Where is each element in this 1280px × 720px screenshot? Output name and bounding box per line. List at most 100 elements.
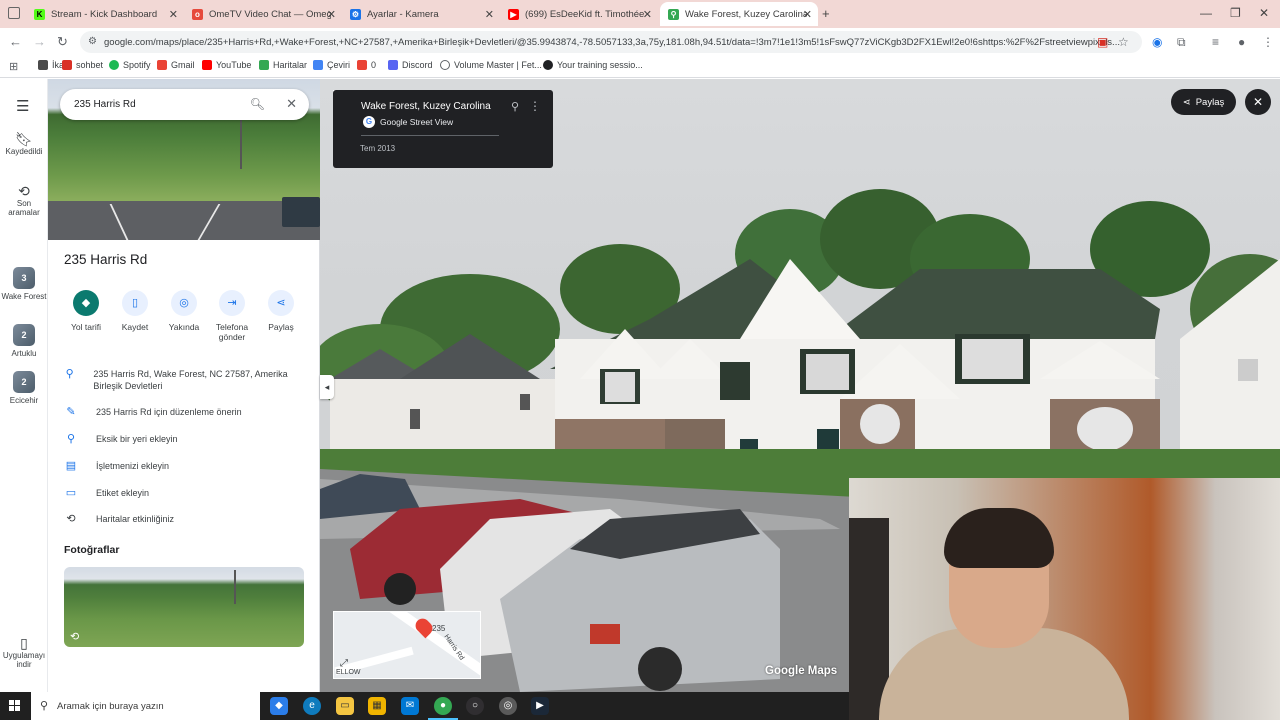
recent-thumbnail: 2 (13, 324, 35, 346)
reload-icon[interactable]: ↻ (57, 34, 68, 50)
close-icon[interactable]: ✕ (485, 8, 494, 21)
taskbar-search-input[interactable]: ⚲ Aramak için buraya yazın (31, 692, 260, 720)
game-icon[interactable]: ◎ (499, 697, 517, 715)
bookmark-item[interactable]: Volume Master | Fet... (440, 60, 542, 70)
extensions-icon[interactable]: ⧉ (1177, 35, 1186, 50)
blocked-icon[interactable]: ▣ (1097, 35, 1108, 49)
save-button[interactable]: ▯ Kaydet (112, 290, 158, 332)
add-business-row[interactable]: ▤ İşletmenizi ekleyin (64, 460, 309, 472)
copilot-icon[interactable]: ◆ (270, 697, 288, 715)
search-value: 235 Harris Rd (74, 99, 136, 110)
tab-settings-camera[interactable]: ⚙ Ayarlar - Kamera ✕ (342, 2, 500, 26)
bookmark-star-icon[interactable]: ☆ (1118, 35, 1129, 49)
file-explorer-icon[interactable]: ▭ (336, 697, 354, 715)
webcam-overlay (849, 478, 1280, 720)
bookmark-item[interactable]: 0 (357, 60, 376, 70)
close-street-view-button[interactable]: ✕ (1245, 89, 1271, 115)
expand-map-icon[interactable]: ⤢ (340, 658, 348, 669)
maps-pin-icon (259, 60, 269, 70)
get-app-button[interactable]: ▯ Uygulamayı indir (0, 636, 48, 669)
more-options-icon[interactable]: ⋮ (529, 99, 541, 113)
location-pin-icon[interactable]: ⚲ (511, 100, 519, 113)
discord-icon (388, 60, 398, 70)
settings-icon: ⚙ (350, 8, 361, 20)
maps-activity-row[interactable]: ⟲ Haritalar etkinliğiniz (64, 513, 309, 525)
tab-kick[interactable]: K Stream - Kick Dashboard ✕ (26, 2, 184, 26)
recent-item[interactable]: 2 Ecicehir (0, 371, 48, 405)
capture-date[interactable]: Tem 2013 (360, 144, 395, 153)
address-row[interactable]: ⚲ 235 Harris Rd, Wake Forest, NC 27587, … (64, 368, 309, 392)
bookmark-label: Volume Master | Fet... (454, 60, 542, 70)
hamburger-menu-icon[interactable]: ☰ (16, 97, 29, 115)
bookmark-item[interactable]: Your training sessio... (543, 60, 643, 70)
obs-icon[interactable]: ○ (466, 697, 484, 715)
bookmark-item[interactable]: sohbet (62, 60, 103, 70)
tab-bar: K Stream - Kick Dashboard ✕ o OmeTV Vide… (0, 0, 1280, 28)
media-icon[interactable]: ≡ (1212, 35, 1219, 49)
bookmark-item[interactable]: Gmail (157, 60, 195, 70)
webcam-person-hair (944, 508, 1054, 568)
apps-grid-icon[interactable]: ⊞ (9, 60, 18, 73)
clear-search-icon[interactable]: ✕ (286, 96, 297, 112)
place-title: 235 Harris Rd (64, 252, 148, 267)
bookmark-item[interactable]: YouTube (202, 60, 251, 70)
bookmark-item[interactable]: Discord (388, 60, 433, 70)
site-info-icon[interactable]: ⚙ (88, 36, 97, 47)
photo-thumbnail[interactable]: ⟲ (64, 567, 304, 647)
street-view-title: Wake Forest, Kuzey Carolina (361, 101, 491, 112)
menu-dots-icon[interactable]: ⋮ (1262, 35, 1274, 49)
recent-item[interactable]: 3 Wake Forest (0, 267, 48, 301)
recent-item-label: Wake Forest (1, 292, 47, 301)
street-view-source: Google Street View (380, 117, 454, 127)
suggest-edit-row[interactable]: ✎ 235 Harris Rd için düzenleme önerin (64, 406, 309, 418)
mail-icon[interactable]: ✉ (401, 697, 419, 715)
close-icon[interactable]: ✕ (327, 8, 336, 21)
tab-label: OmeTV Video Chat — Omegle A (209, 8, 331, 20)
sohbet-icon (62, 60, 72, 70)
recent-item[interactable]: 2 Artuklu (0, 324, 48, 358)
back-icon[interactable]: ← (9, 34, 22, 49)
add-missing-place-row[interactable]: ⚲ Eksik bir yeri ekleyin (64, 433, 309, 445)
forward-icon[interactable]: → (33, 34, 46, 49)
maximize-icon[interactable]: ❐ (1230, 6, 1241, 20)
url-bar[interactable]: ⚙ google.com/maps/place/235+Harris+Rd,+W… (80, 31, 1142, 53)
collapse-panel-button[interactable]: ◂ (320, 375, 334, 399)
add-label-row[interactable]: ▭ Etiket ekleyin (64, 487, 309, 499)
bookmark-item[interactable]: Haritalar (259, 60, 307, 70)
tab-maps[interactable]: ⚲ Wake Forest, Kuzey Carolina - G ✕ (660, 2, 818, 26)
share-button[interactable]: ⋖ Paylaş (258, 290, 304, 332)
tab-youtube[interactable]: ▶ (699) EsDeeKid ft. Timothée Ch ✕ (500, 2, 658, 26)
steam-icon[interactable]: ▶ (531, 697, 549, 715)
tab-search-icon[interactable] (8, 7, 20, 19)
extension-audio-icon[interactable]: ◉ (1152, 35, 1162, 49)
bookmark-icon: ▯ (122, 290, 148, 316)
saved-button[interactable]: 🔖︎ Kaydedildi (0, 132, 48, 156)
bookmark-item[interactable]: Spotify (109, 60, 151, 70)
send-to-phone-button[interactable]: ⇥ Telefona gönder (209, 290, 255, 342)
close-icon[interactable]: ✕ (169, 8, 178, 21)
nearby-button[interactable]: ◎ Yakında (161, 290, 207, 332)
youtube-icon (202, 60, 212, 70)
new-tab-button[interactable]: + (822, 6, 830, 21)
google-maps-logo: Google Maps (765, 665, 838, 677)
bookmark-item[interactable]: Çeviri (313, 60, 350, 70)
directions-button[interactable]: ◆ Yol tarifi (63, 290, 109, 332)
minimap[interactable]: 235 Harris Rd ELLOW ⤢ (333, 611, 481, 679)
window-close-icon[interactable]: ✕ (1259, 6, 1269, 20)
store-icon[interactable]: ▦ (368, 697, 386, 715)
profile-icon[interactable]: ● (1238, 35, 1245, 49)
search-input[interactable]: 235 Harris Rd 🔍︎ ✕ (60, 89, 309, 120)
share-button[interactable]: ⋖ Paylaş (1171, 89, 1236, 115)
close-icon[interactable]: ✕ (643, 8, 652, 21)
recent-button[interactable]: ⟲ Son aramalar (0, 184, 48, 217)
add-missing-text: Eksik bir yeri ekleyin (96, 434, 178, 444)
close-icon[interactable]: ✕ (803, 8, 812, 21)
chrome-icon[interactable]: ● (428, 697, 458, 720)
edge-icon[interactable]: e (303, 697, 321, 715)
windows-start-icon[interactable] (9, 700, 20, 711)
tab-ometv[interactable]: o OmeTV Video Chat — Omegle A ✕ (184, 2, 342, 26)
search-icon[interactable]: 🔍︎ (250, 97, 265, 111)
address-text: 235 Harris Rd, Wake Forest, NC 27587, Am… (93, 369, 288, 391)
share-icon: ⋖ (1182, 96, 1191, 108)
minimize-icon[interactable]: — (1200, 6, 1212, 20)
